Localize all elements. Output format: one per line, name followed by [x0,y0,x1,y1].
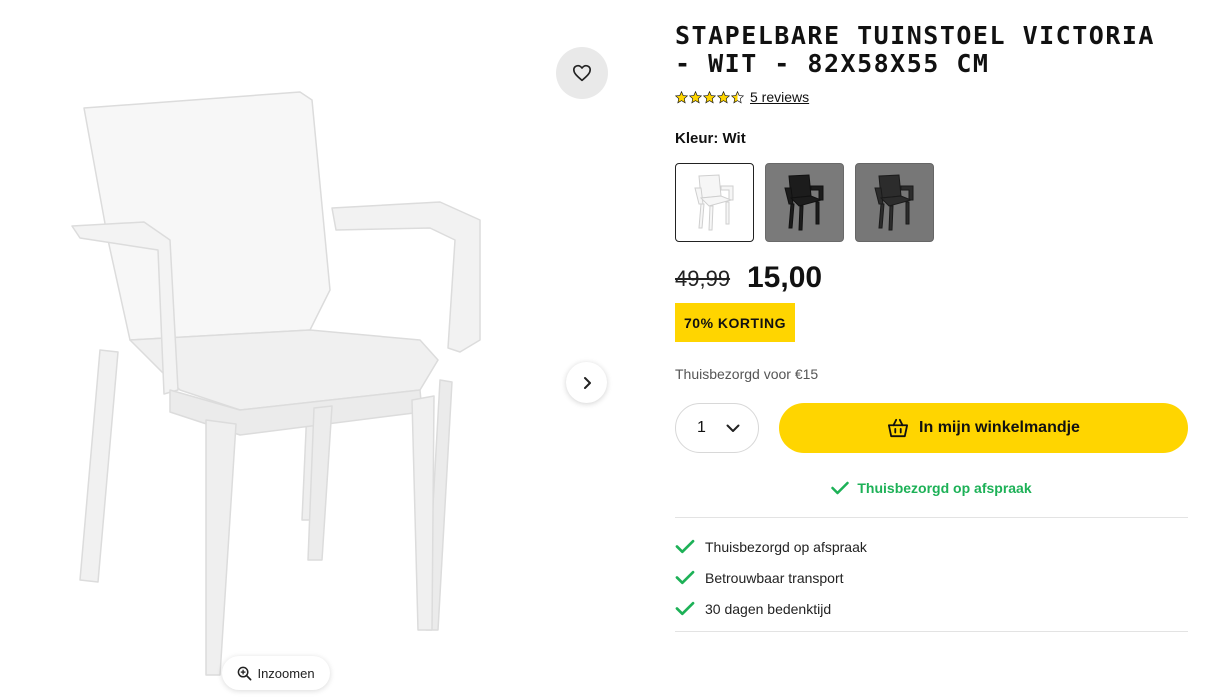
zoom-button[interactable]: Inzoomen [222,656,330,690]
star-icon [689,90,702,104]
product-gallery: Inzoomen [0,0,640,699]
usp-text: Betrouwbaar transport [705,569,844,586]
usp-item: Betrouwbaar transport [675,562,867,593]
next-image-button[interactable] [566,362,607,403]
basket-icon [888,418,909,438]
product-image [71,91,481,676]
reviews-link[interactable]: 5 reviews [750,89,809,105]
product-title: Stapelbare tuinstoel Victoria - wit - 82… [675,21,1155,78]
quantity-value: 1 [697,419,706,436]
old-price: 49,99 [675,266,731,291]
check-icon [675,539,695,554]
chair-thumbnail [693,173,733,230]
heart-icon [572,64,591,82]
rating-stars [675,90,744,104]
color-swatches [675,163,934,242]
favorite-button[interactable] [556,47,608,99]
swatch-anthracite[interactable] [855,163,934,242]
divider [675,517,1188,518]
star-icon [703,90,716,104]
usp-list: Thuisbezorgd op afspraak Betrouwbaar tra… [675,531,867,624]
zoom-label: Inzoomen [257,665,315,681]
swatch-black[interactable] [765,163,844,242]
color-label: Kleur: Wit [675,130,746,147]
chevron-down-icon [726,424,740,432]
chevron-right-icon [583,376,591,389]
delivery-note: Thuisbezorgd op afspraak [675,480,1188,496]
star-icon [675,90,688,104]
usp-item: Thuisbezorgd op afspraak [675,531,867,562]
delivery-note-text: Thuisbezorgd op afspraak [857,480,1032,496]
quantity-select[interactable]: 1 [675,403,759,453]
chair-thumbnail [873,173,913,230]
divider [675,631,1188,632]
swatch-white[interactable] [675,163,754,242]
half-star-icon [731,90,744,104]
discount-badge: 70% KORTING [675,303,795,342]
add-to-cart-button[interactable]: In mijn winkelmandje [779,403,1188,453]
rating: 5 reviews [675,89,809,105]
cart-button-label: In mijn winkelmandje [919,419,1080,436]
check-icon [675,601,695,616]
current-price: 15,00 [747,261,823,294]
usp-text: 30 dagen bedenktijd [705,600,832,617]
chair-thumbnail [783,173,823,230]
star-icon [717,90,730,104]
usp-text: Thuisbezorgd op afspraak [705,538,867,555]
zoom-in-icon [238,666,252,680]
usp-item: 30 dagen bedenktijd [675,593,867,624]
delivery-cost: Thuisbezorgd voor €15 [675,366,819,382]
check-icon [675,570,695,585]
check-icon [831,481,850,495]
